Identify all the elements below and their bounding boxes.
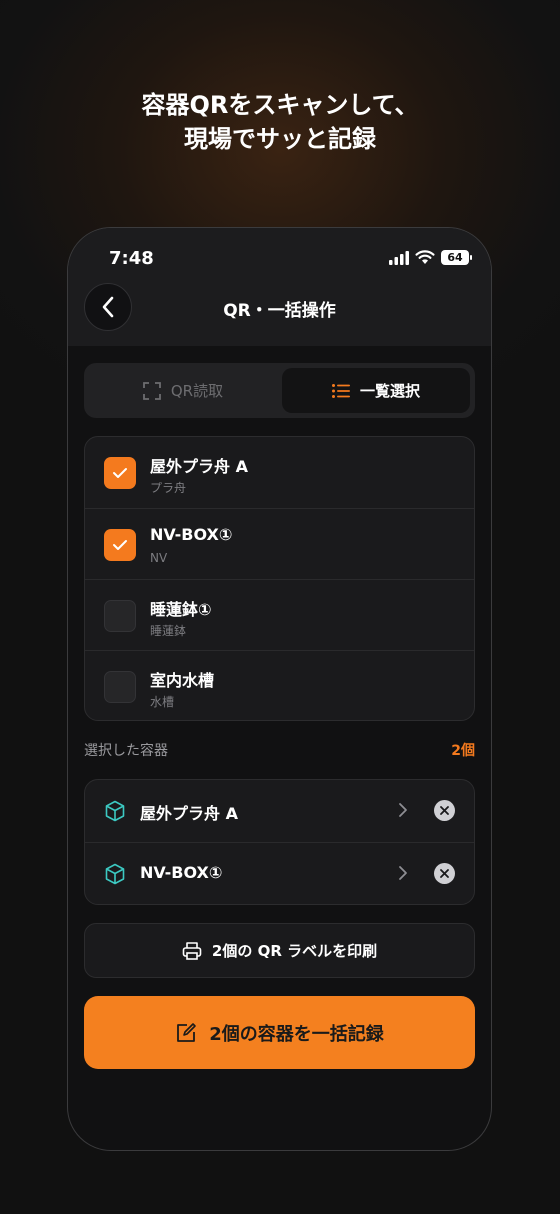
- selected-label: 選択した容器: [84, 743, 168, 759]
- close-icon: [440, 869, 449, 878]
- container-name: 屋外プラ舟 A: [150, 457, 248, 476]
- container-type: NV: [150, 551, 168, 565]
- selected-list: 屋外プラ舟 A NV-BOX①: [84, 779, 475, 905]
- signal-icon: [389, 250, 409, 265]
- selected-item[interactable]: 屋外プラ舟 A: [85, 780, 474, 842]
- cube-icon: [105, 800, 125, 822]
- edit-icon: [177, 1022, 197, 1042]
- promo-headline: 容器QRをスキャンして、 現場でサッと記録: [0, 88, 560, 156]
- mode-segmented-control: QR読取 一覧選択: [84, 363, 475, 418]
- page-title: QR・一括操作: [223, 301, 336, 321]
- cube-icon: [105, 863, 125, 885]
- checkbox-checked[interactable]: [104, 529, 136, 561]
- print-button-label: 2個の QR ラベルを印刷: [211, 942, 378, 960]
- list-item[interactable]: 室内水槽 水槽: [85, 650, 474, 721]
- container-list: 屋外プラ舟 A プラ舟 NV-BOX① NV 睡蓮鉢① 睡蓮鉢 室内水槽 水槽: [84, 436, 475, 721]
- printer-icon: [182, 941, 202, 960]
- checkbox-checked[interactable]: [104, 457, 136, 489]
- checkbox-unchecked[interactable]: [104, 600, 136, 632]
- remove-button[interactable]: [434, 863, 455, 884]
- wifi-icon: [415, 250, 435, 264]
- close-icon: [440, 806, 449, 815]
- checkbox-unchecked[interactable]: [104, 671, 136, 703]
- print-qr-labels-button[interactable]: 2個の QR ラベルを印刷: [84, 923, 475, 978]
- container-type: 水槽: [150, 695, 175, 709]
- container-name: 睡蓮鉢①: [150, 600, 212, 619]
- list-item[interactable]: NV-BOX① NV: [85, 508, 474, 579]
- tab-list-select[interactable]: 一覧選択: [282, 368, 470, 413]
- container-type: プラ舟: [150, 481, 187, 495]
- selected-item-name: 屋外プラ舟 A: [140, 804, 238, 823]
- bulk-record-button[interactable]: 2個の容器を一括記録: [84, 996, 475, 1069]
- battery-icon: 64: [441, 250, 472, 265]
- container-type: 睡蓮鉢: [150, 624, 187, 638]
- selected-count: 2個: [451, 743, 475, 759]
- container-name: 室内水槽: [150, 671, 215, 690]
- selected-item[interactable]: NV-BOX①: [85, 842, 474, 904]
- tab-qr-scan-label: QR読取: [170, 382, 224, 400]
- phone-frame: 7:48 64 QR・一括操作 QR読取 一覧選択 屋外プラ舟 A プラ舟 NV…: [67, 227, 492, 1151]
- scan-frame-icon: [142, 381, 161, 400]
- list-item[interactable]: 睡蓮鉢① 睡蓮鉢: [85, 579, 474, 650]
- chevron-right-icon[interactable]: [398, 865, 408, 881]
- remove-button[interactable]: [434, 800, 455, 821]
- tab-qr-scan[interactable]: QR読取: [89, 368, 277, 413]
- chevron-right-icon[interactable]: [398, 802, 408, 818]
- tab-list-select-label: 一覧選択: [359, 382, 420, 400]
- promo-headline-line1: 容器QRをスキャンして、: [141, 91, 419, 119]
- promo-headline-line2: 現場でサッと記録: [184, 125, 376, 153]
- list-item[interactable]: 屋外プラ舟 A プラ舟: [85, 437, 474, 508]
- container-name: NV-BOX①: [150, 525, 233, 544]
- checkmark-icon: [113, 540, 127, 550]
- record-button-label: 2個の容器を一括記録: [209, 1023, 384, 1045]
- status-icons: 64: [389, 250, 472, 265]
- checkmark-icon: [113, 468, 127, 478]
- status-time: 7:48: [109, 248, 154, 269]
- list-icon: [331, 383, 350, 398]
- selected-item-name: NV-BOX①: [140, 863, 223, 882]
- top-bar: 7:48 64 QR・一括操作: [68, 228, 491, 346]
